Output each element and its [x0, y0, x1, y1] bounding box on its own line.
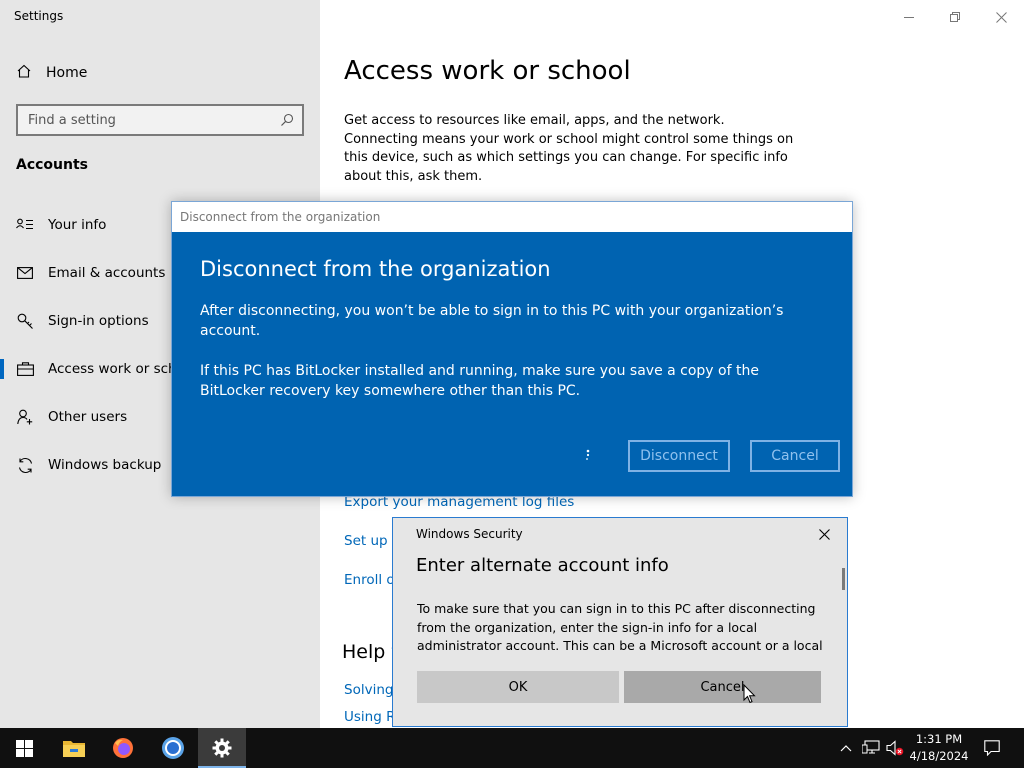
home-icon: [16, 63, 32, 83]
firefox-button[interactable]: [99, 728, 147, 768]
settings-taskbar-button[interactable]: [198, 728, 246, 768]
chrome-icon: [162, 737, 184, 759]
taskbar-clock[interactable]: 1:31 PM 4/18/2024: [906, 731, 972, 765]
using-link[interactable]: Using R: [344, 709, 395, 725]
windows-security-dialog: Windows Security Enter alternate account…: [392, 517, 848, 727]
volume-button[interactable]: [885, 738, 905, 758]
clock-time: 1:31 PM: [915, 732, 963, 746]
person-list-icon: [16, 218, 34, 232]
section-title: Accounts: [16, 157, 89, 173]
sidebar-item-label: Email & accounts: [48, 265, 166, 281]
disconnect-dialog: Disconnect from the organization Disconn…: [171, 201, 853, 497]
sidebar-item-label: Sign-in options: [48, 313, 149, 329]
search-box[interactable]: [16, 104, 304, 136]
network-icon: [862, 740, 880, 754]
security-dialog-scrollbar[interactable]: [842, 568, 845, 590]
dialog-paragraph-1: After disconnecting, you won’t be able t…: [200, 303, 784, 339]
home-nav-item[interactable]: Home: [16, 62, 87, 84]
taskbar: 1:31 PM 4/18/2024: [0, 728, 1024, 768]
mail-icon: [16, 267, 34, 279]
dialog-heading: Disconnect from the organization: [200, 257, 551, 281]
search-icon[interactable]: [272, 113, 302, 127]
security-dialog-heading: Enter alternate account info: [416, 555, 669, 576]
security-dialog-body: To make sure that you can sign in to thi…: [417, 601, 823, 653]
start-button[interactable]: [0, 728, 48, 768]
sidebar-item-label: Other users: [48, 409, 128, 425]
minimize-icon: [904, 17, 914, 18]
mouse-cursor-icon: [743, 683, 756, 708]
file-explorer-button[interactable]: [50, 728, 98, 768]
chevron-up-icon: [840, 745, 852, 752]
cancel-disconnect-button[interactable]: Cancel: [750, 440, 840, 472]
page-description: Get access to resources like email, apps…: [344, 113, 794, 184]
dialog-titlebar: Disconnect from the organization: [172, 202, 852, 232]
security-close-button[interactable]: [815, 525, 833, 543]
home-label: Home: [46, 65, 88, 81]
clock-date: 4/18/2024: [909, 749, 969, 763]
notification-icon: [984, 740, 1000, 756]
security-dialog-title: Windows Security: [416, 527, 523, 541]
show-hidden-icons-button[interactable]: [836, 738, 856, 758]
key-icon: [16, 313, 34, 330]
restore-button[interactable]: [940, 6, 970, 28]
cancel-security-button[interactable]: Cancel: [624, 671, 821, 703]
enroll-link[interactable]: Enroll o: [344, 572, 395, 588]
disconnect-button[interactable]: Disconnect: [628, 440, 730, 472]
settings-gear-icon: [212, 738, 232, 758]
start-icon: [15, 739, 33, 757]
app-title: Settings: [14, 9, 64, 23]
person-add-icon: [16, 409, 34, 425]
dialog-paragraph-2: If this PC has BitLocker installed and r…: [200, 363, 759, 399]
minimize-button[interactable]: [894, 6, 924, 28]
restore-icon: [950, 12, 960, 22]
sync-icon: [16, 457, 34, 474]
action-center-button[interactable]: [982, 738, 1002, 758]
ok-button[interactable]: OK: [417, 671, 619, 703]
page-title: Access work or school: [344, 56, 631, 86]
briefcase-icon: [16, 362, 34, 376]
close-icon: [995, 11, 1007, 23]
loading-spinner-icon: [584, 448, 592, 465]
volume-muted-icon: [886, 740, 904, 756]
network-button[interactable]: [861, 738, 881, 758]
chrome-button[interactable]: [149, 728, 197, 768]
file-explorer-icon: [63, 741, 85, 757]
help-section-title: Help t: [342, 641, 399, 663]
solving-link[interactable]: Solving: [344, 682, 393, 698]
sidebar-item-label: Your info: [48, 217, 107, 233]
sidebar-item-label: Windows backup: [48, 457, 162, 473]
close-window-button[interactable]: [986, 6, 1016, 28]
sidebar-item-label: Access work or scho: [48, 361, 185, 377]
close-icon: [818, 528, 830, 540]
firefox-icon: [113, 738, 133, 758]
search-input[interactable]: [18, 112, 272, 128]
